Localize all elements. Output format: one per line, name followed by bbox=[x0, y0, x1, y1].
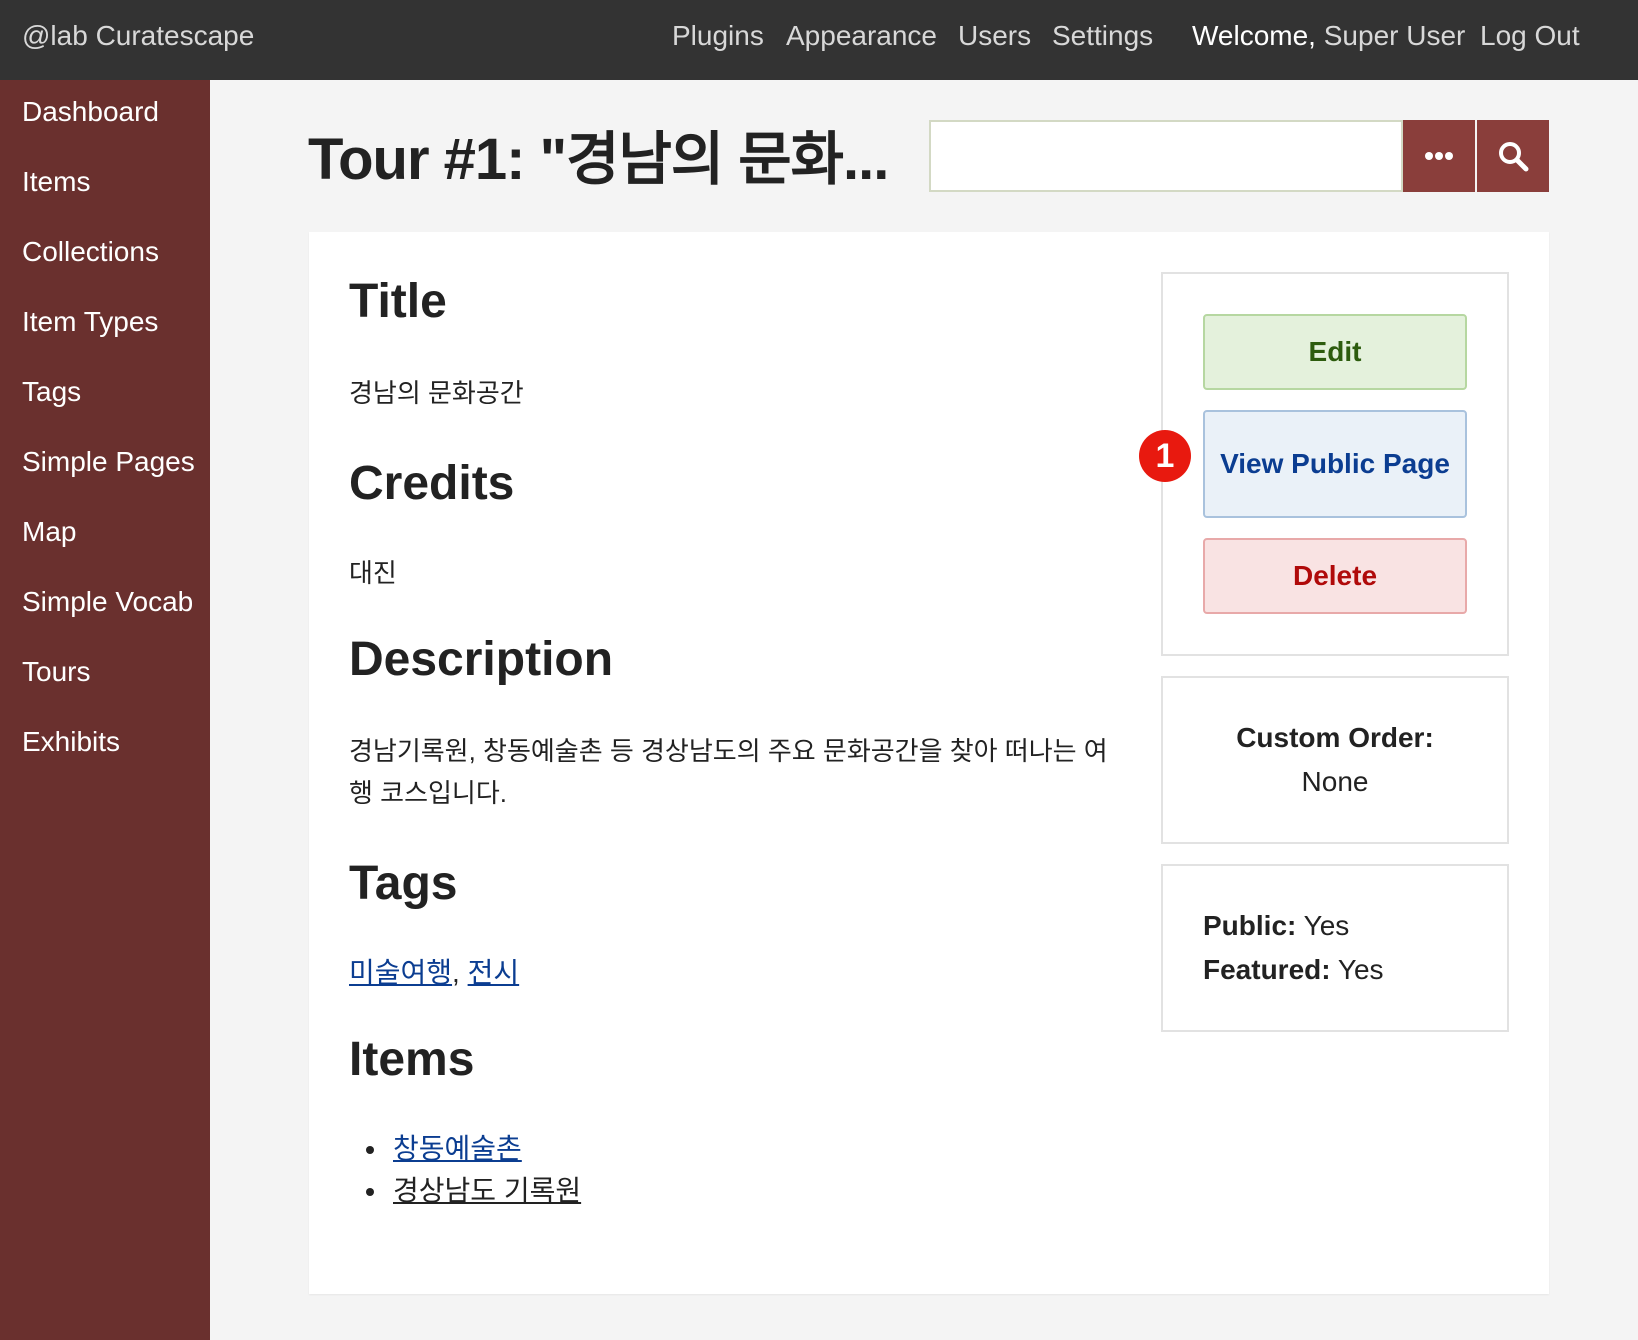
credits-value: 대진 bbox=[349, 558, 397, 588]
featured-status: Featured: Yes bbox=[1203, 954, 1384, 986]
sidebar-item-tours[interactable]: Tours bbox=[22, 656, 90, 688]
user-name-link[interactable]: Super User bbox=[1324, 20, 1466, 51]
sidebar-item-dashboard[interactable]: Dashboard bbox=[22, 96, 159, 128]
tour-item-link[interactable]: 경상남도 기록원 bbox=[393, 1175, 581, 1206]
sidebar-item-simple-pages[interactable]: Simple Pages bbox=[22, 446, 195, 478]
sidebar-item-simple-vocab[interactable]: Simple Vocab bbox=[22, 586, 193, 618]
magnifier-icon bbox=[1499, 142, 1529, 172]
welcome-label: Welcome, bbox=[1192, 20, 1316, 51]
nav-users[interactable]: Users bbox=[958, 20, 1031, 52]
featured-label: Featured: bbox=[1203, 954, 1331, 985]
custom-order-label: Custom Order: bbox=[1236, 722, 1434, 753]
welcome-message: Welcome, Super User bbox=[1192, 20, 1465, 52]
custom-order-panel: Custom Order: None bbox=[1161, 676, 1509, 844]
tour-items-list: 창동예술촌 경상남도 기록원 bbox=[389, 1128, 581, 1212]
description-heading: Description bbox=[349, 633, 614, 686]
public-value: Yes bbox=[1303, 910, 1350, 941]
public-status: Public: Yes bbox=[1203, 910, 1349, 942]
edit-button[interactable]: Edit bbox=[1203, 314, 1467, 390]
sidebar-item-item-types[interactable]: Item Types bbox=[22, 306, 158, 338]
view-public-page-label: View Public Page bbox=[1220, 448, 1450, 479]
nav-settings[interactable]: Settings bbox=[1052, 20, 1153, 52]
actions-panel: Edit View Public Page 1 Delete bbox=[1139, 272, 1509, 656]
visibility-panel: Public: Yes Featured: Yes bbox=[1161, 864, 1509, 1032]
tag-link[interactable]: 미술여행 bbox=[349, 957, 452, 988]
annotation-badge: 1 bbox=[1139, 430, 1191, 482]
sidebar-item-tags[interactable]: Tags bbox=[22, 376, 81, 408]
featured-value: Yes bbox=[1337, 954, 1384, 985]
sidebar-item-collections[interactable]: Collections bbox=[22, 236, 159, 268]
view-public-page-button[interactable]: View Public Page bbox=[1203, 410, 1467, 518]
advanced-search-button[interactable] bbox=[1403, 120, 1475, 192]
sidebar-item-exhibits[interactable]: Exhibits bbox=[22, 726, 120, 758]
nav-plugins[interactable]: Plugins bbox=[672, 20, 764, 52]
logout-link[interactable]: Log Out bbox=[1480, 20, 1580, 52]
admin-sidebar: Dashboard Items Collections Item Types T… bbox=[0, 80, 210, 1340]
tour-detail-panel: Title 경남의 문화공간 Credits 대진 Description 경남… bbox=[309, 232, 1549, 1294]
tag-link[interactable]: 전시 bbox=[468, 957, 520, 988]
title-heading: Title bbox=[349, 275, 447, 328]
credits-heading: Credits bbox=[349, 457, 515, 510]
list-item: 창동예술촌 bbox=[389, 1128, 581, 1170]
search-input[interactable] bbox=[929, 120, 1403, 192]
title-value: 경남의 문화공간 bbox=[349, 378, 524, 408]
tags-list: 미술여행, 전시 bbox=[349, 952, 519, 994]
tour-item-link[interactable]: 창동예술촌 bbox=[393, 1133, 522, 1164]
page-title: Tour #1: "경남의 문화... bbox=[308, 127, 889, 192]
nav-appearance[interactable]: Appearance bbox=[786, 20, 937, 52]
list-item: 경상남도 기록원 bbox=[389, 1170, 581, 1212]
tag-separator: , bbox=[452, 957, 460, 988]
top-bar: @lab Curatescape Plugins Appearance User… bbox=[0, 0, 1638, 80]
sidebar-item-map[interactable]: Map bbox=[22, 516, 76, 548]
description-value: 경남기록원, 창동예술촌 등 경상남도의 주요 문화공간을 찾아 떠나는 여행 … bbox=[349, 736, 1108, 808]
delete-button[interactable]: Delete bbox=[1203, 538, 1467, 614]
items-heading: Items bbox=[349, 1033, 475, 1086]
sidebar-item-items[interactable]: Items bbox=[22, 166, 90, 198]
site-title-link[interactable]: @lab Curatescape bbox=[22, 20, 254, 52]
tags-heading: Tags bbox=[349, 857, 458, 910]
public-label: Public: bbox=[1203, 910, 1297, 941]
search-submit-button[interactable] bbox=[1477, 120, 1549, 192]
ellipsis-icon bbox=[1425, 152, 1453, 160]
custom-order-value: None bbox=[1301, 766, 1369, 797]
